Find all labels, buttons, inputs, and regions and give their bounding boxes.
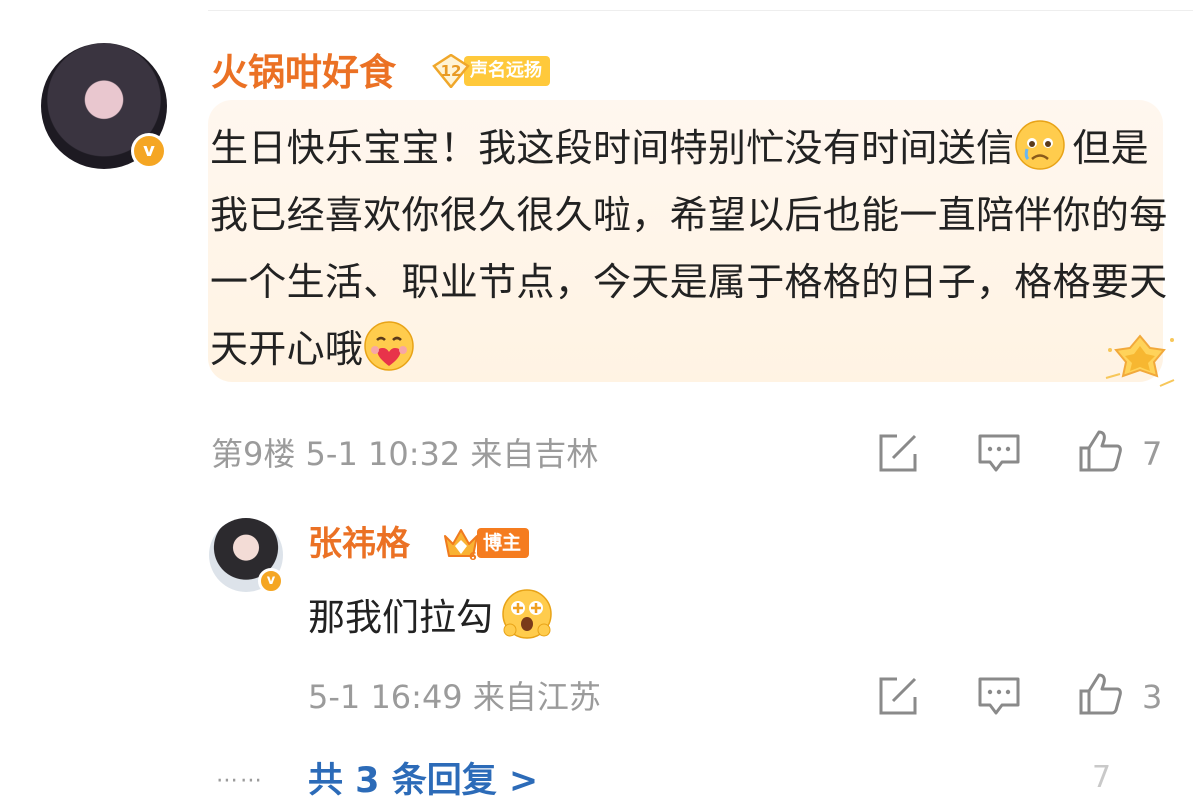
top-divider [208, 10, 1193, 11]
like-icon[interactable] [1077, 428, 1123, 474]
repost-icon[interactable] [875, 430, 921, 476]
level-diamond-icon: 12 [432, 54, 470, 88]
reply-repost-icon[interactable] [875, 673, 921, 719]
comment-text-part1: 生日快乐宝宝！我这段时间特别忙没有时间送信 [210, 126, 1015, 170]
hugging-heart-emoji-icon [363, 320, 415, 372]
comment-icon[interactable] [976, 430, 1022, 476]
fan-level-badge[interactable]: 12 声名远扬 [432, 54, 550, 88]
comment-meta: 第9楼 5-1 10:32 来自吉林 [211, 435, 599, 473]
level-title: 声名远扬 [464, 56, 550, 86]
reply-meta: 5-1 16:49 来自江苏 [308, 678, 601, 716]
verified-badge-icon: v [131, 133, 167, 169]
ellipsis-indicator: ⋯⋯ [216, 768, 264, 793]
svg-text:6: 6 [469, 550, 477, 562]
comment-text: 生日快乐宝宝！我这段时间特别忙没有时间送信 但是我已经喜欢你很久很久啦，希望以后也… [210, 115, 1170, 383]
reply-username[interactable]: 张祎格 [308, 519, 410, 569]
crown-icon: 6 [441, 524, 481, 563]
blogger-badge[interactable]: 6 博主 [441, 524, 530, 563]
reply-like-icon[interactable] [1077, 671, 1123, 717]
like-count: 7 [1142, 435, 1163, 473]
reply-text: 那我们拉勾 [308, 588, 559, 644]
commenter-username[interactable]: 火锅咁好食 [211, 48, 396, 98]
crying-face-emoji-icon [1014, 119, 1066, 171]
watermark-digit: 7 [1092, 760, 1112, 795]
reply-verified-badge-icon: v [258, 568, 284, 594]
level-number: 12 [440, 62, 462, 80]
star-eyes-emoji-icon [501, 588, 553, 640]
reply-comment-icon[interactable] [976, 673, 1022, 719]
reply-like-count: 3 [1142, 678, 1163, 716]
blogger-label: 博主 [477, 528, 530, 558]
more-replies-link[interactable]: 共 3 条回复 > [308, 756, 538, 806]
reply-text-content: 那我们拉勾 [308, 596, 493, 639]
